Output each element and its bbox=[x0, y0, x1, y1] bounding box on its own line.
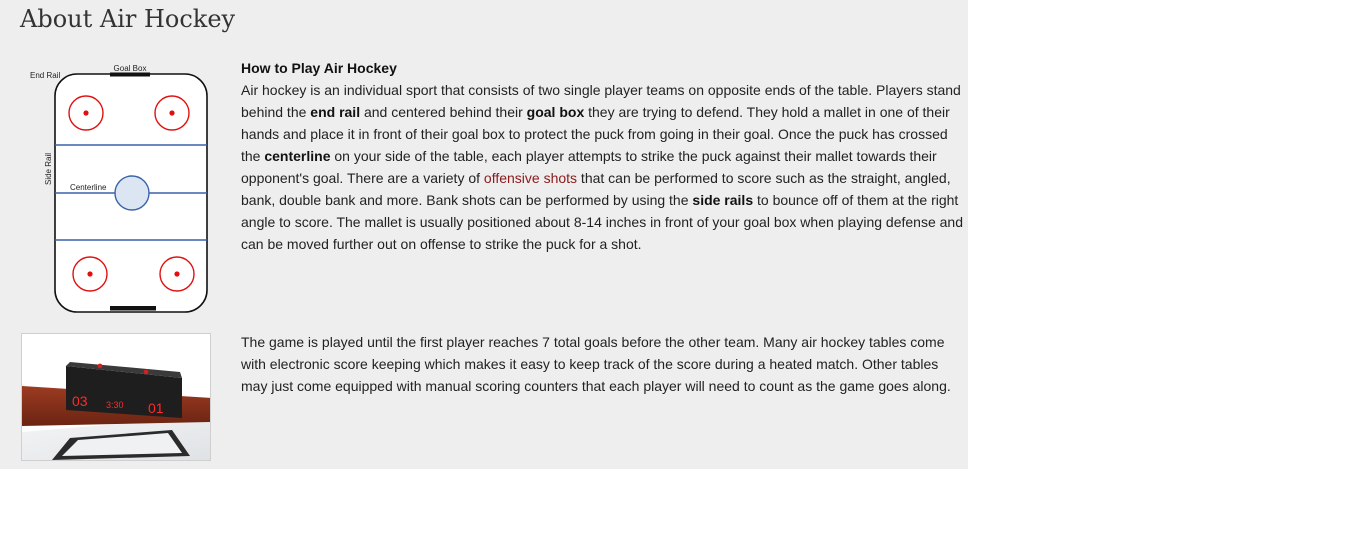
bold-term: centerline bbox=[264, 148, 331, 164]
end-rail-label: End Rail bbox=[30, 71, 60, 80]
offensive-shots-link[interactable]: offensive shots bbox=[484, 170, 577, 186]
scoring-section: The game is played until the first playe… bbox=[241, 331, 963, 397]
centerline-label: Centerline bbox=[70, 183, 107, 192]
bold-term: goal box bbox=[526, 104, 585, 120]
section-heading: How to Play Air Hockey bbox=[241, 60, 397, 76]
scoreboard-clock: 3:30 bbox=[106, 400, 124, 410]
bold-term: side rails bbox=[692, 192, 754, 208]
how-to-play-section: How to Play Air Hockey Air hockey is an … bbox=[241, 57, 963, 255]
faceoff-dot bbox=[83, 110, 89, 116]
section-paragraph: The game is played until the first playe… bbox=[241, 334, 951, 394]
page-title: About Air Hockey bbox=[20, 5, 236, 33]
goal-box-label: Goal Box bbox=[114, 64, 147, 73]
section-paragraph: Air hockey is an individual sport that c… bbox=[241, 79, 963, 255]
goal-box-top bbox=[110, 72, 150, 77]
faceoff-dot bbox=[174, 271, 180, 277]
paragraph-text: and centered behind their bbox=[360, 104, 527, 120]
bold-term: end rail bbox=[310, 104, 361, 120]
goal-box-bottom bbox=[110, 306, 156, 311]
scoreboard-left-score: 03 bbox=[72, 393, 88, 409]
scoreboard-right-score: 01 bbox=[148, 400, 164, 416]
side-rail-label: Side Rail bbox=[44, 153, 53, 185]
rink-diagram: Goal Box End Rail Side Rail Centerline bbox=[30, 64, 208, 313]
scoreboard-photo: 03 3:30 01 bbox=[21, 333, 211, 461]
faceoff-dot bbox=[169, 110, 175, 116]
faceoff-dot bbox=[87, 271, 93, 277]
center-circle bbox=[114, 175, 150, 211]
about-panel: About Air Hockey Goal Box End Rail Side … bbox=[0, 0, 968, 469]
